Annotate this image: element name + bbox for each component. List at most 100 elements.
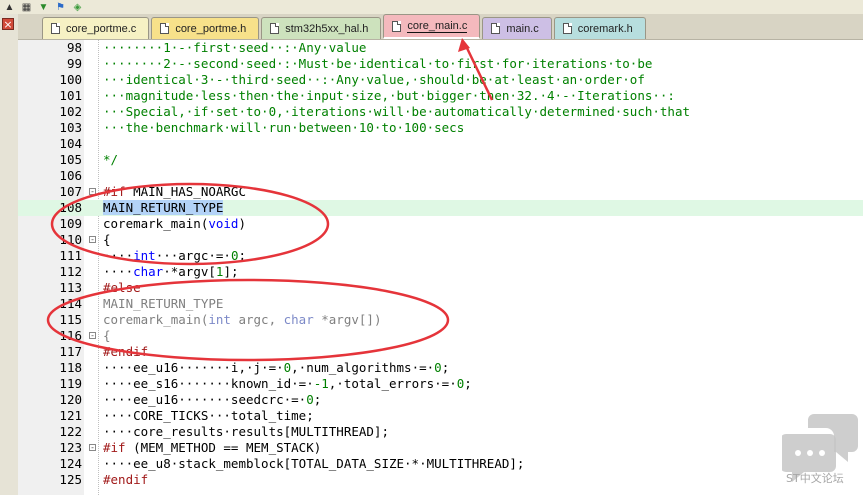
code-line[interactable]: 119 ····ee_s16·······known_id·=·-1,·total…: [18, 376, 863, 392]
code-text: #if (MEM_METHOD == MEM_STACK): [103, 440, 321, 456]
code-token: MAIN_RETURN_TYPE: [103, 296, 224, 311]
code-token: ····ee_u16·······seedcrc·=·: [103, 392, 307, 407]
code-line[interactable]: 105 */: [18, 152, 863, 168]
code-line[interactable]: 101 ···magnitude·less·then·the·input·size…: [18, 88, 863, 104]
code-text: ···the·benchmark·will·run·between·10·to·…: [103, 120, 464, 136]
code-line[interactable]: 120 ····ee_u16·······seedcrc·=·0;: [18, 392, 863, 408]
code-text: ····ee_u16·······seedcrc·=·0;: [103, 392, 321, 408]
line-number: 109: [59, 216, 82, 231]
file-icon: [562, 23, 572, 34]
line-number: 114: [59, 296, 82, 311]
code-line[interactable]: 117 #endif: [18, 344, 863, 360]
code-token: ,·total_errors·=·: [328, 376, 457, 391]
code-line[interactable]: 121 ····CORE_TICKS···total_time;: [18, 408, 863, 424]
code-text: ···Special,·if·set·to·0,·iterations·will…: [103, 104, 690, 120]
line-number: 110: [59, 232, 82, 247]
code-text: #else: [103, 280, 141, 296]
line-number: 100: [59, 72, 82, 87]
line-number: 104: [59, 136, 82, 151]
code-text: ········2·-·second·seed·:·Must·be·identi…: [103, 56, 652, 72]
code-token: 0: [434, 360, 442, 375]
code-line[interactable]: 99 ········2·-·second·seed·:·Must·be·iden…: [18, 56, 863, 72]
code-token: #if: [103, 184, 126, 199]
code-line[interactable]: 124 ····ee_u8·stack_memblock[TOTAL_DATA_S…: [18, 456, 863, 472]
code-line[interactable]: 102 ···Special,·if·set·to·0,·iterations·w…: [18, 104, 863, 120]
line-number: 99: [66, 56, 82, 71]
line-number: 111: [59, 248, 82, 263]
tab-core-portme-h[interactable]: core_portme.h: [151, 17, 260, 39]
code-token: ····: [103, 264, 134, 279]
code-token: ····CORE_TICKS···total_time;: [103, 408, 314, 423]
code-token: #endif: [103, 344, 149, 359]
tab-label: coremark.h: [577, 22, 633, 35]
code-token: (MEM_METHOD == MEM_STACK): [125, 440, 322, 455]
code-line[interactable]: 104: [18, 136, 863, 152]
debug-icon[interactable]: ◈: [72, 2, 83, 13]
arrow-up-icon[interactable]: ▲: [4, 2, 15, 13]
line-number: 122: [59, 424, 82, 439]
code-line[interactable]: 115 coremark_main(int argc, char *argv[]): [18, 312, 863, 328]
code-token: coremark_main(: [103, 216, 209, 231]
code-line[interactable]: 116-{: [18, 328, 863, 344]
left-panel-strip: ×: [0, 14, 19, 495]
code-token: #endif: [103, 472, 149, 487]
line-number: 123: [59, 440, 82, 455]
code-token: ····ee_u8·stack_memblock[TOTAL_DATA_SIZE…: [103, 456, 525, 471]
code-token: ;: [238, 248, 247, 263]
code-line[interactable]: 114 MAIN_RETURN_TYPE: [18, 296, 863, 312]
fold-toggle-icon[interactable]: -: [89, 332, 96, 340]
code-token: #if: [103, 440, 126, 455]
build-icon[interactable]: ▦: [21, 2, 32, 13]
code-line[interactable]: 123- #if (MEM_METHOD == MEM_STACK): [18, 440, 863, 456]
tab-core-main-c[interactable]: core_main.c: [383, 14, 481, 39]
code-line[interactable]: 109 coremark_main(void): [18, 216, 863, 232]
line-number: 107: [59, 184, 82, 199]
code-line[interactable]: 98 ········1·-·first·seed··:·Any·value: [18, 40, 863, 56]
line-number: 103: [59, 120, 82, 135]
line-number: 121: [59, 408, 82, 423]
tab-stm32h5xx-hal-h[interactable]: stm32h5xx_hal.h: [261, 17, 382, 39]
line-number: 125: [59, 472, 82, 487]
code-editor[interactable]: 98 ········1·-·first·seed··:·Any·value 99 ·…: [18, 40, 863, 495]
code-token: #else: [103, 280, 141, 295]
watermark-text: ST中文论坛: [786, 472, 844, 485]
code-line[interactable]: 122 ····core_results·results[MULTITHREAD]…: [18, 424, 863, 440]
code-token: char: [283, 312, 314, 327]
code-text: #if MAIN_HAS_NOARGC: [103, 184, 246, 200]
download-icon[interactable]: ▼: [38, 2, 49, 13]
code-token: MAIN_RETURN_TYPE: [103, 200, 224, 215]
code-line[interactable]: 111 ····int···argc·=·0;: [18, 248, 863, 264]
code-line[interactable]: 113 #else: [18, 280, 863, 296]
code-token: ···identical·3·-·third·seed··:·Any·value…: [103, 72, 645, 87]
code-text: MAIN_RETURN_TYPE: [103, 200, 224, 216]
flag-icon[interactable]: ⚑: [55, 2, 66, 13]
code-token: ····: [103, 248, 134, 263]
code-line[interactable]: 108 MAIN_RETURN_TYPE: [18, 200, 863, 216]
code-line[interactable]: 112 ····char·*argv[1];: [18, 264, 863, 280]
code-token: ];: [223, 264, 239, 279]
line-number: 120: [59, 392, 82, 407]
code-text: #endif: [103, 344, 148, 360]
code-line[interactable]: 107- #if MAIN_HAS_NOARGC: [18, 184, 863, 200]
code-token: ····ee_u16·······i,·j·=·: [103, 360, 284, 375]
fold-toggle-icon[interactable]: -: [89, 188, 96, 196]
code-line[interactable]: 106: [18, 168, 863, 184]
line-number: 118: [59, 360, 82, 375]
fold-toggle-icon[interactable]: -: [89, 236, 96, 244]
code-token: ···the·benchmark·will·run·between·10·to·…: [103, 120, 465, 135]
line-number: 98: [66, 40, 82, 55]
code-line[interactable]: 118 ····ee_u16·······i,·j·=· 0,·num_algori…: [18, 360, 863, 376]
code-line[interactable]: 103 ···the·benchmark·will·run·between·10·…: [18, 120, 863, 136]
tab-coremark-h[interactable]: coremark.h: [553, 17, 646, 39]
line-number: 115: [59, 312, 82, 327]
code-token: ···magnitude·less·then·the·input·size,·b…: [103, 88, 675, 103]
fold-toggle-icon[interactable]: -: [89, 444, 96, 452]
code-text: ····int···argc·=·0;: [103, 248, 246, 264]
tab-label: core_main.c: [407, 19, 468, 33]
tab-core-portme-c[interactable]: core_portme.c: [42, 17, 150, 39]
code-line[interactable]: 100 ···identical·3·-·third·seed··:·Any·va…: [18, 72, 863, 88]
code-line[interactable]: 110-{: [18, 232, 863, 248]
close-icon[interactable]: ×: [2, 18, 14, 31]
code-line[interactable]: 125 #endif: [18, 472, 863, 488]
tab-main-c[interactable]: main.c: [482, 17, 552, 39]
